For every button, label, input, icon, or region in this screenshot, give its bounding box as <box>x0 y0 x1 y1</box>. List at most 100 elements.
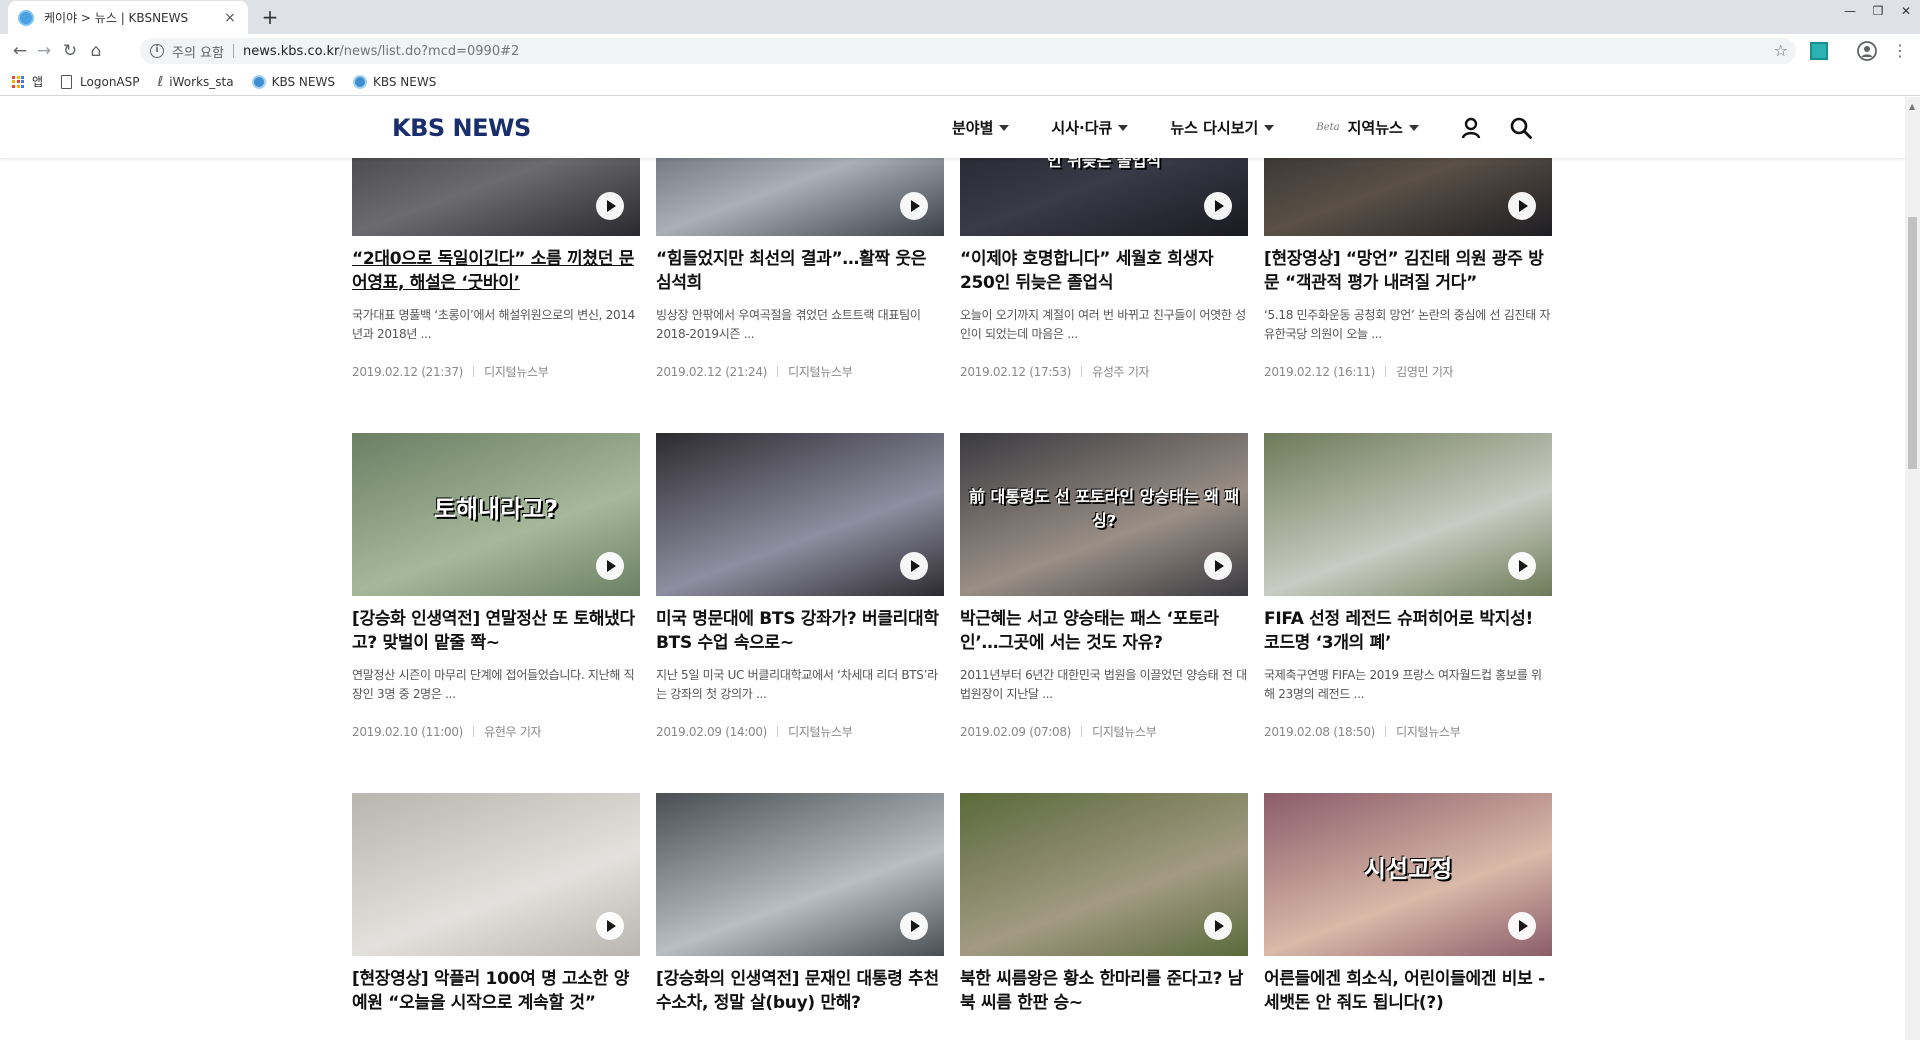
article-thumbnail[interactable]: 토해내라고? <box>352 433 640 596</box>
kebab-menu-icon[interactable]: ⋮ <box>1892 40 1908 62</box>
article-meta: 2019.02.09 (07:08) 디지털뉴스부 <box>960 723 1248 740</box>
article-summary: 지난 5일 미국 UC 버클리대학교에서 ‘차세대 리더 BTS’라는 강좌의 … <box>656 668 938 701</box>
article-title[interactable]: 북한 씨름왕은 황소 한마리를 준다고? 남북 씨름 한판 승~ <box>960 967 1248 1015</box>
security-warning[interactable]: 주의 요함 <box>172 42 224 61</box>
user-icon[interactable] <box>1460 117 1482 139</box>
article-card[interactable]: FIFA 선정 레전드 슈퍼히어로 박지성! 코드명 ‘3개의 폐’ 국제축구연맹… <box>1264 433 1552 740</box>
scrollbar-thumb[interactable] <box>1908 217 1917 469</box>
nav-label: 시사·다큐 <box>1051 119 1113 137</box>
reload-icon[interactable]: ↻ <box>58 39 82 63</box>
article-title[interactable]: [강승화 인생역전] 연말정산 또 토해냈다고? 맞벌이 맡줄 쫙~ <box>352 607 640 655</box>
browser-tabstrip: 케이야 > 뉴스 | KBSNEWS × + — ❐ ✕ <box>0 0 1920 34</box>
extension-icon[interactable] <box>1810 42 1828 60</box>
article-title[interactable]: 어른들에겐 희소식, 어린이들에겐 비보 - 세뱃돈 안 줘도 됩니다(?) <box>1264 967 1552 1015</box>
article-meta: 2019.02.10 (11:00) 유현우 기자 <box>352 723 640 740</box>
article-date: 2019.02.09 (14:00) <box>656 724 768 739</box>
star-icon[interactable]: ☆ <box>1774 41 1788 60</box>
bookmark-label: iWorks_sta <box>169 74 234 89</box>
profile-icon[interactable] <box>1856 40 1878 62</box>
play-icon[interactable] <box>1204 192 1232 220</box>
article-thumbnail[interactable] <box>656 433 944 596</box>
article-card[interactable]: 북한 씨름왕은 황소 한마리를 준다고? 남북 씨름 한판 승~ <box>960 793 1248 1015</box>
play-icon[interactable] <box>1204 552 1232 580</box>
bookmark-logonasp[interactable]: LogonASP <box>61 74 140 89</box>
kbs-news-logo[interactable]: KBS NEWS <box>392 114 531 142</box>
article-meta: 2019.02.08 (18:50) 디지털뉴스부 <box>1264 723 1552 740</box>
article-title[interactable]: FIFA 선정 레전드 슈퍼히어로 박지성! 코드명 ‘3개의 폐’ <box>1264 607 1552 655</box>
article-card[interactable]: [현장영상] 악플러 100여 명 고소한 양예원 “오늘을 시작으로 계속할 … <box>352 793 640 1015</box>
url-host[interactable]: news.kbs.co.kr <box>243 44 339 59</box>
article-summary: 오늘이 오기까지 계절이 여러 번 바뀌고 친구들이 어엿한 성인이 되었는데 … <box>960 308 1246 341</box>
article-author: 디지털뉴스부 <box>484 365 549 379</box>
browser-tab[interactable]: 케이야 > 뉴스 | KBSNEWS × <box>8 1 248 34</box>
play-icon[interactable] <box>1508 552 1536 580</box>
play-icon[interactable] <box>900 912 928 940</box>
article-author: 유현우 기자 <box>484 725 542 739</box>
play-icon[interactable] <box>1508 192 1536 220</box>
article-card[interactable]: 시선고정어른들에겐 희소식, 어린이들에겐 비보 - 세뱃돈 안 줘도 됩니다(… <box>1264 793 1552 1015</box>
play-icon[interactable] <box>596 912 624 940</box>
scrollbar[interactable]: ▲ <box>1905 97 1920 1040</box>
home-icon[interactable]: ⌂ <box>84 39 108 63</box>
article-summary: 2011년부터 6년간 대한민국 법원을 이끌었던 양승태 전 대법원장이 지난… <box>960 668 1247 701</box>
info-icon[interactable]: i <box>150 44 164 58</box>
nav-item-documentary[interactable]: 시사·다큐 <box>1051 117 1129 138</box>
play-icon[interactable] <box>1204 912 1232 940</box>
iworks-icon: ℓ <box>157 73 164 90</box>
page-viewport: KBS NEWS 분야별 시사·다큐 뉴스 다시보기 Beta 지역뉴스 “2대 <box>0 97 1905 1040</box>
back-arrow-icon[interactable]: ← <box>8 39 32 63</box>
article-thumbnail[interactable] <box>352 793 640 956</box>
play-icon[interactable] <box>596 192 624 220</box>
article-summary: 국가대표 명풀백 ‘초롱이’에서 해설위원으로의 변신, 2014년과 2018… <box>352 308 635 341</box>
play-icon[interactable] <box>1508 912 1536 940</box>
divider <box>1081 366 1083 377</box>
article-thumbnail[interactable] <box>656 793 944 956</box>
play-icon[interactable] <box>596 552 624 580</box>
minimize-icon[interactable]: — <box>1836 0 1864 22</box>
chevron-down-icon <box>1118 124 1129 131</box>
article-thumbnail[interactable]: 시선고정 <box>1264 793 1552 956</box>
window-close-icon[interactable]: ✕ <box>1892 0 1920 22</box>
bookmark-label: 앱 <box>32 75 44 89</box>
restore-icon[interactable]: ❐ <box>1864 0 1892 22</box>
url-path[interactable]: /news/list.do?mcd=0990#2 <box>339 44 519 59</box>
nav-item-category[interactable]: 분야별 <box>952 117 1010 138</box>
bookmark-label: KBS NEWS <box>271 74 335 89</box>
tab-title: 케이야 > 뉴스 | KBSNEWS <box>44 11 189 25</box>
thumbnail-caption: 토해내라고? <box>433 495 559 523</box>
article-title[interactable]: 미국 명문대에 BTS 강좌가? 버클리대학 BTS 수업 속으로~ <box>656 607 944 655</box>
nav-label: 분야별 <box>952 119 994 137</box>
new-tab-button[interactable]: + <box>258 6 282 30</box>
bookmark-kbs-news-1[interactable]: KBS NEWS <box>251 74 335 89</box>
nav-item-replay[interactable]: 뉴스 다시보기 <box>1170 117 1275 138</box>
article-title[interactable]: [강승화의 인생역전] 문재인 대통령 추천 수소차, 정말 살(buy) 만해… <box>656 967 944 1015</box>
beta-badge: Beta <box>1316 122 1340 133</box>
article-summary: 빙상장 안팎에서 우여곡절을 겪었던 쇼트트랙 대표팀이 2018-2019시즌… <box>656 308 921 341</box>
article-title[interactable]: “2대0으로 독일이긴다” 소름 끼쳤던 문어영표, 해설은 ‘굿바이’ <box>352 247 640 295</box>
play-icon[interactable] <box>900 192 928 220</box>
bookmark-kbs-news-2[interactable]: KBS NEWS <box>352 74 436 89</box>
site-header: KBS NEWS 분야별 시사·다큐 뉴스 다시보기 Beta 지역뉴스 <box>0 97 1905 158</box>
search-icon[interactable] <box>1510 117 1532 139</box>
address-bar[interactable]: i 주의 요함 news.kbs.co.kr/news/list.do?mcd=… <box>140 38 1796 64</box>
article-title[interactable]: “힘들었지만 최선의 결과”…활짝 웃은 심석희 <box>656 247 944 295</box>
article-meta: 2019.02.12 (17:53) 유성주 기자 <box>960 363 1248 380</box>
bookmark-iworks[interactable]: ℓ iWorks_sta <box>158 74 234 90</box>
article-card[interactable]: 미국 명문대에 BTS 강좌가? 버클리대학 BTS 수업 속으로~ 지난 5일 … <box>656 433 944 740</box>
article-card[interactable]: 前 대통령도 선 포토라인 양승태는 왜 패싱? 박근혜는 서고 양승태는 패스 … <box>960 433 1248 740</box>
close-icon[interactable]: × <box>222 10 238 26</box>
article-card[interactable]: 토해내라고? [강승화 인생역전] 연말정산 또 토해냈다고? 맞벌이 맡줄 쫙~… <box>352 433 640 740</box>
article-thumbnail[interactable]: 前 대통령도 선 포토라인 양승태는 왜 패싱? <box>960 433 1248 596</box>
article-thumbnail[interactable] <box>1264 433 1552 596</box>
forward-arrow-icon[interactable]: → <box>32 39 56 63</box>
article-title[interactable]: 박근혜는 서고 양승태는 패스 ‘포토라인’…그곳에 서는 것도 자유? <box>960 607 1248 655</box>
nav-item-regional[interactable]: Beta 지역뉴스 <box>1316 117 1419 138</box>
article-title[interactable]: [현장영상] 악플러 100여 명 고소한 양예원 “오늘을 시작으로 계속할 … <box>352 967 640 1015</box>
article-thumbnail[interactable] <box>960 793 1248 956</box>
article-card[interactable]: [강승화의 인생역전] 문재인 대통령 추천 수소차, 정말 살(buy) 만해… <box>656 793 944 1015</box>
article-title[interactable]: [현장영상] “망언” 김진태 의원 광주 방문 “객관적 평가 내려질 거다” <box>1264 247 1552 295</box>
bookmark-apps[interactable]: 앱 <box>12 73 43 90</box>
article-title[interactable]: “이제야 호명합니다” 세월호 희생자 250인 뒤늦은 졸업식 <box>960 247 1248 295</box>
play-icon[interactable] <box>900 552 928 580</box>
scroll-up-icon[interactable]: ▲ <box>1909 102 1915 111</box>
